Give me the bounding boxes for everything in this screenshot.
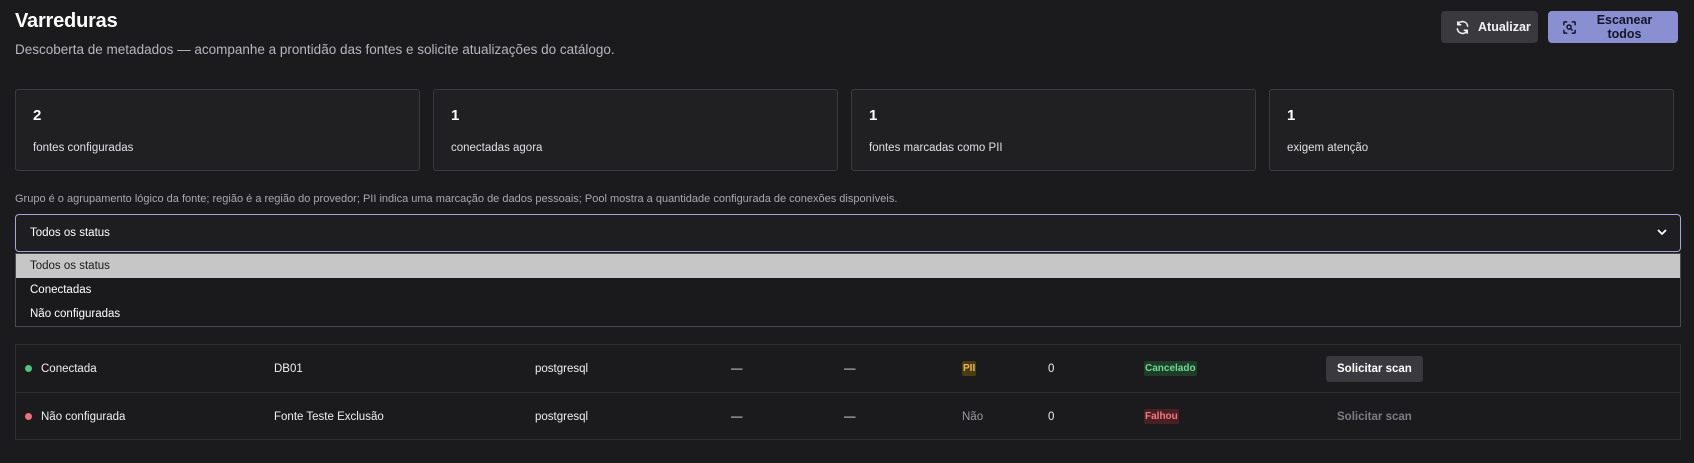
stat-card-attention: 1 exigem atenção	[1269, 89, 1674, 171]
stat-label: fontes configuradas	[33, 142, 134, 154]
stats-cards: 2 fontes configuradas 1 conectadas agora…	[15, 89, 1674, 171]
status-filter-options: Todos os status Conectadas Não configura…	[15, 253, 1681, 327]
source-group: —	[731, 410, 743, 423]
column-hint: Grupo é o agrupamento lógico da fonte; r…	[15, 193, 898, 205]
source-region: —	[844, 362, 856, 375]
status-text: Conectada	[41, 362, 97, 375]
source-name: DB01	[274, 362, 303, 375]
status-text: Não configurada	[41, 410, 126, 423]
stat-label: conectadas agora	[451, 142, 543, 154]
stat-card-connected: 1 conectadas agora	[433, 89, 838, 171]
page-title: Varreduras	[15, 10, 118, 32]
source-region: —	[844, 410, 856, 423]
source-name: Fonte Teste Exclusão	[274, 410, 384, 423]
source-type: postgresql	[535, 410, 589, 423]
chevron-down-icon	[1657, 229, 1667, 235]
table-row: Conectada DB01 postgresql — — PII 0 Canc…	[16, 345, 1680, 392]
status-cell: Conectada	[25, 345, 97, 392]
status-cell: Não configurada	[25, 393, 125, 440]
status-filter-select[interactable]: Todos os status	[15, 214, 1681, 252]
action-cell: Solicitar scan	[1326, 393, 1423, 440]
pool-size: 0	[1048, 362, 1055, 375]
status-dot	[25, 413, 32, 420]
refresh-button-label: Atualizar	[1478, 20, 1531, 34]
scan-all-button[interactable]: Escanear todos	[1548, 11, 1678, 43]
stat-value: 1	[869, 107, 878, 124]
header-actions: Atualizar Escanear todos	[1441, 11, 1678, 43]
stat-label: fontes marcadas como PII	[869, 142, 1003, 154]
pool-size: 0	[1048, 410, 1055, 423]
stat-card-configured: 2 fontes configuradas	[15, 89, 420, 171]
action-cell: Solicitar scan	[1326, 345, 1423, 392]
last-scan-cell: Cancelado	[1144, 345, 1197, 392]
pii-cell: PII	[962, 345, 977, 392]
request-scan-button[interactable]: Solicitar scan	[1326, 404, 1423, 430]
refresh-icon	[1456, 20, 1469, 34]
filter-option-connected[interactable]: Conectadas	[16, 278, 1680, 302]
stat-label: exigem atenção	[1287, 142, 1369, 154]
stat-value: 1	[1287, 107, 1296, 124]
source-type: postgresql	[535, 362, 589, 375]
scan-all-button-label: Escanear todos	[1596, 13, 1653, 41]
stat-value: 1	[451, 107, 460, 124]
page-header: Varreduras Descoberta de metadados — aco…	[15, 10, 615, 57]
last-scan-cell: Falhou	[1144, 393, 1179, 440]
scan-icon	[1563, 20, 1576, 34]
filter-option-not-configured[interactable]: Não configuradas	[16, 302, 1680, 326]
status-dot	[25, 365, 32, 372]
refresh-button[interactable]: Atualizar	[1441, 11, 1538, 43]
table-row: Não configurada Fonte Teste Exclusão pos…	[16, 392, 1680, 439]
last-scan-badge: Falhou	[1144, 409, 1179, 424]
pii-cell: Não	[962, 410, 984, 423]
request-scan-button[interactable]: Solicitar scan	[1326, 355, 1423, 382]
last-scan-badge: Cancelado	[1144, 361, 1197, 376]
page-subtitle: Descoberta de metadados — acompanhe a pr…	[15, 42, 615, 57]
source-group: —	[731, 362, 743, 375]
status-filter-value: Todos os status	[30, 227, 110, 239]
pii-badge: PII	[962, 361, 977, 376]
sources-table: Conectada DB01 postgresql — — PII 0 Canc…	[15, 344, 1681, 440]
stat-value: 2	[33, 107, 42, 124]
filter-option-all[interactable]: Todos os status	[16, 254, 1680, 278]
stat-card-pii: 1 fontes marcadas como PII	[851, 89, 1256, 171]
